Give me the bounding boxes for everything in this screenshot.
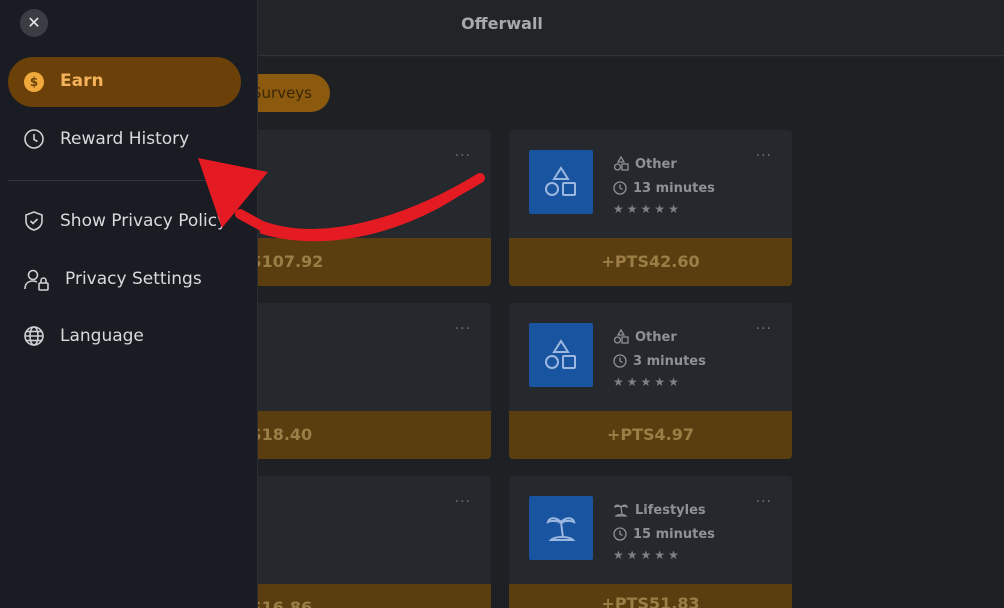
reward-value[interactable]: +PTS4.97 [509,411,792,459]
divider [8,180,258,181]
offer-rating: ★ ★ ★ ★ ★ [613,548,679,562]
coin-icon: $ [24,72,44,92]
offer-card[interactable]: Lifestyles 15 minutes ★ ★ ★ ★ ★ ··· +PTS51.8… [509,476,792,608]
card-menu-button[interactable]: ··· [455,321,471,337]
nav-item-label: Reward History [60,129,190,149]
offer-rating: ★ ★ ★ ★ ★ [613,375,679,389]
nav-item-earn[interactable]: $ Earn [8,57,241,107]
nav-item-label: Language [60,326,144,346]
nav-item-label: Privacy Settings [65,269,202,289]
globe-icon [24,326,44,346]
offer-rating: ★ ★ ★ ★ ★ [613,202,679,216]
card-menu-button[interactable]: ··· [455,494,471,510]
user-lock-icon [24,269,49,291]
shapes-icon [613,156,629,171]
nav-item-privacy-settings[interactable]: Privacy Settings [0,259,258,299]
offer-duration: 13 minutes [633,180,715,196]
nav-item-reward-history[interactable]: Reward History [0,119,258,159]
offer-duration: 15 minutes [633,526,715,542]
card-menu-button[interactable]: ··· [756,148,772,164]
clock-icon [613,181,627,195]
nav-item-label: Earn [60,71,104,91]
clock-icon [613,527,627,541]
nav-item-language[interactable]: Language [0,316,258,356]
offer-thumbnail [529,496,593,560]
offer-category: Other [635,329,677,345]
offer-category: Other [635,156,677,172]
shield-icon [25,211,43,231]
shapes-icon [545,339,576,369]
shapes-icon [545,166,576,196]
nav-item-label: Show Privacy Policy [60,211,228,231]
palm-tree-icon [546,517,576,541]
card-menu-button[interactable]: ··· [455,148,471,164]
reward-value[interactable]: +PTS51.83 [509,584,792,608]
nav-item-privacy-policy[interactable]: Show Privacy Policy [0,201,258,241]
card-menu-button[interactable]: ··· [756,494,772,510]
offer-card[interactable]: Other 13 minutes ★ ★ ★ ★ ★ ··· +PTS42.60 [509,130,792,286]
clock-icon [24,129,44,149]
shapes-icon [613,329,629,344]
reward-value[interactable]: +PTS42.60 [509,238,792,286]
offer-card[interactable]: Other 3 minutes ★ ★ ★ ★ ★ ··· +PTS4.97 [509,303,792,459]
offer-duration: 3 minutes [633,353,706,369]
offer-thumbnail [529,150,593,214]
card-menu-button[interactable]: ··· [756,321,772,337]
side-drawer: ✕ $ Earn Reward History Show Privacy Pol… [0,0,258,608]
close-icon[interactable]: ✕ [20,9,48,37]
offer-thumbnail [529,323,593,387]
clock-icon [613,354,627,368]
palm-tree-icon [614,504,628,517]
offer-category: Lifestyles [635,502,706,518]
